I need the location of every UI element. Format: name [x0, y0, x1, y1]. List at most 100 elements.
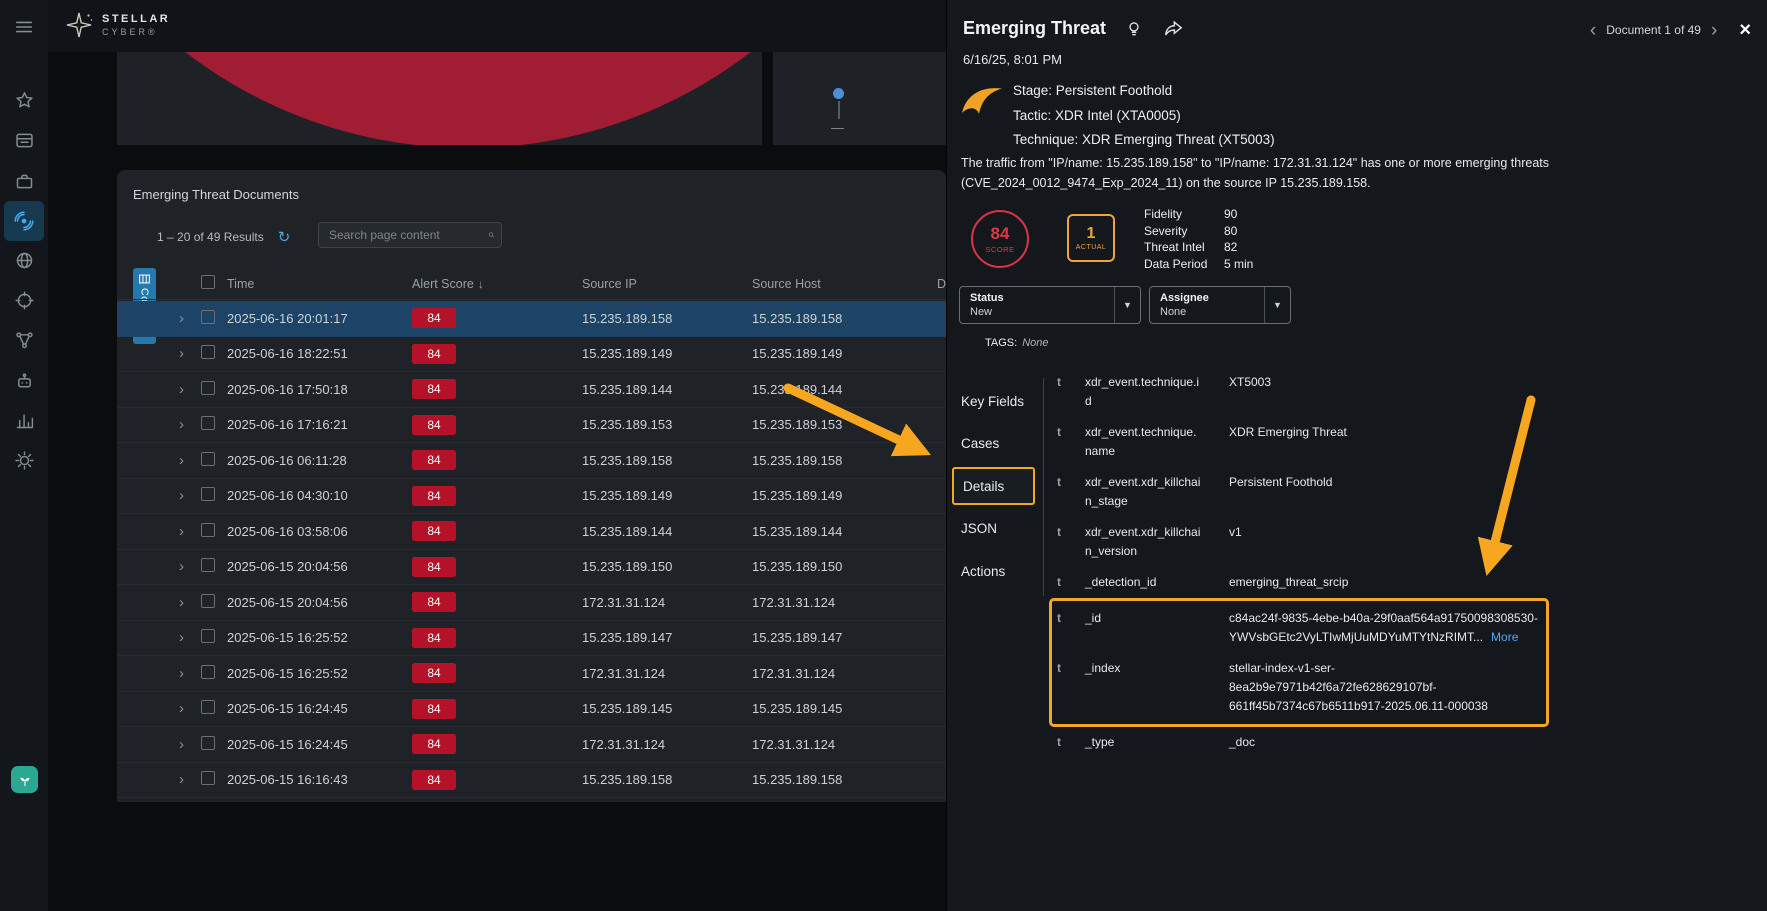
correlation-icon[interactable] [4, 320, 44, 360]
row-checkbox[interactable] [201, 594, 215, 608]
row-expand-chevron[interactable]: › [179, 523, 201, 540]
settings-icon[interactable] [4, 440, 44, 480]
row-source-host: 172.31.31.124 [752, 737, 937, 752]
dashboard-icon[interactable] [4, 120, 44, 160]
row-source-host: 15.235.189.158 [752, 311, 937, 326]
refresh-icon[interactable]: ↻ [278, 228, 291, 246]
detail-tab[interactable]: JSON [947, 508, 1043, 551]
detail-tab-label: Key Fields [961, 394, 1024, 409]
favorites-icon[interactable] [4, 80, 44, 120]
select-all-checkbox[interactable] [201, 275, 215, 289]
detections-icon[interactable] [4, 201, 44, 241]
field-value: stellar-index-v1-ser-8ea2b9e7971b42f6a72… [1229, 659, 1539, 716]
cases-icon[interactable] [4, 161, 44, 201]
row-checkbox[interactable] [201, 736, 215, 750]
table-row[interactable]: › 2025-06-16 17:50:18 84 15.235.189.144 … [117, 372, 946, 408]
table-row[interactable]: › 2025-06-15 20:04:56 84 15.235.189.150 … [117, 550, 946, 586]
reports-icon[interactable] [4, 400, 44, 440]
more-link[interactable]: More [1491, 630, 1518, 644]
table-row[interactable]: › 2025-06-16 06:11:28 84 15.235.189.158 … [117, 443, 946, 479]
row-expand-chevron[interactable]: › [179, 381, 201, 398]
detail-tab[interactable]: Actions [947, 550, 1043, 593]
status-dropdown[interactable]: Status New ▼ [959, 286, 1141, 324]
string-type-icon: t [1057, 373, 1085, 411]
row-expand-chevron[interactable]: › [179, 416, 201, 433]
field-row: t _type _doc [1057, 727, 1562, 758]
row-checkbox[interactable] [201, 629, 215, 643]
header-alert-score[interactable]: Alert Score↓ [412, 277, 582, 291]
row-expand-chevron[interactable]: › [179, 700, 201, 717]
detail-tab-label: Actions [961, 564, 1005, 579]
detail-tab[interactable]: Cases [947, 423, 1043, 466]
row-checkbox[interactable] [201, 700, 215, 714]
search-input[interactable] [319, 223, 488, 247]
score-circle: 84 SCORE [971, 210, 1029, 268]
row-checkbox[interactable] [201, 452, 215, 466]
target-icon[interactable] [4, 280, 44, 320]
header-destination-partial[interactable]: D [937, 277, 946, 291]
menu-icon[interactable] [4, 7, 44, 47]
row-checkbox[interactable] [201, 345, 215, 359]
string-type-icon: t [1057, 473, 1085, 511]
table-row[interactable]: › 2025-06-16 03:58:06 84 15.235.189.144 … [117, 514, 946, 550]
row-checkbox[interactable] [201, 665, 215, 679]
detail-tab[interactable]: Key Fields [947, 380, 1043, 423]
logo-line1: STELLAR [102, 13, 170, 25]
assistant-icon[interactable] [11, 766, 38, 793]
row-checkbox[interactable] [201, 416, 215, 430]
row-checkbox[interactable] [201, 381, 215, 395]
row-expand-chevron[interactable]: › [179, 771, 201, 788]
row-expand-chevron[interactable]: › [179, 665, 201, 682]
table-row[interactable]: › 2025-06-15 16:24:45 84 172.31.31.124 1… [117, 727, 946, 763]
field-value: c84ac24f-9835-4ebe-b40a-29f0aaf564a91750… [1229, 609, 1539, 647]
assignee-dropdown[interactable]: Assignee None ▼ [1149, 286, 1291, 324]
header-time[interactable]: Time [227, 277, 412, 291]
row-source-ip: 15.235.189.144 [582, 382, 752, 397]
zoom-out-icon[interactable]: — [831, 120, 844, 135]
table-row[interactable]: › 2025-06-16 20:01:17 84 15.235.189.158 … [117, 301, 946, 337]
row-checkbox[interactable] [201, 310, 215, 324]
row-expand-chevron[interactable]: › [179, 310, 201, 327]
row-time: 2025-06-16 17:16:21 [227, 417, 412, 432]
row-checkbox[interactable] [201, 487, 215, 501]
row-source-host: 15.235.189.144 [752, 524, 937, 539]
row-expand-chevron[interactable]: › [179, 558, 201, 575]
stat-label: Threat Intel [1144, 240, 1224, 254]
alert-score-badge: 84 [412, 557, 456, 577]
globe-icon[interactable] [4, 240, 44, 280]
table-row[interactable]: › 2025-06-16 17:16:21 84 15.235.189.153 … [117, 408, 946, 444]
close-icon[interactable]: × [1739, 20, 1751, 40]
table-row[interactable]: › 2025-06-15 20:04:56 84 172.31.31.124 1… [117, 585, 946, 621]
row-expand-chevron[interactable]: › [179, 345, 201, 362]
logo-line2: CYBER® [102, 27, 170, 37]
insight-bulb-icon[interactable] [1124, 19, 1144, 39]
table-row[interactable]: › 2025-06-16 18:22:51 84 15.235.189.149 … [117, 337, 946, 373]
header-source-ip[interactable]: Source IP [582, 277, 752, 291]
automation-icon[interactable] [4, 361, 44, 401]
row-expand-chevron[interactable]: › [179, 452, 201, 469]
stat-row: Data Period 5 min [1144, 256, 1253, 273]
share-icon[interactable] [1162, 19, 1184, 39]
table-row[interactable]: › 2025-06-16 04:30:10 84 15.235.189.149 … [117, 479, 946, 515]
table-row[interactable]: › 2025-06-15 16:25:52 84 15.235.189.147 … [117, 621, 946, 657]
row-checkbox[interactable] [201, 771, 215, 785]
row-expand-chevron[interactable]: › [179, 736, 201, 753]
zoom-slider-handle[interactable] [833, 88, 844, 99]
detail-tab[interactable]: Details [952, 467, 1035, 505]
row-expand-chevron[interactable]: › [179, 487, 201, 504]
row-expand-chevron[interactable]: › [179, 594, 201, 611]
prev-document-chevron[interactable]: ‹ [1590, 21, 1596, 40]
next-document-chevron[interactable]: › [1711, 21, 1717, 40]
field-name: _type [1085, 733, 1203, 752]
row-checkbox[interactable] [201, 523, 215, 537]
row-time: 2025-06-15 16:25:52 [227, 630, 412, 645]
header-source-host[interactable]: Source Host [752, 277, 937, 291]
row-expand-chevron[interactable]: › [179, 629, 201, 646]
field-value: XT5003 [1229, 373, 1539, 411]
table-row[interactable]: › 2025-06-15 16:25:52 84 172.31.31.124 1… [117, 656, 946, 692]
row-checkbox[interactable] [201, 558, 215, 572]
status-dropdown-label: Status [970, 292, 1114, 304]
row-source-host: 15.235.189.149 [752, 346, 937, 361]
table-row[interactable]: › 2025-06-15 16:16:43 84 15.235.189.158 … [117, 763, 946, 799]
table-row[interactable]: › 2025-06-15 16:24:45 84 15.235.189.145 … [117, 692, 946, 728]
